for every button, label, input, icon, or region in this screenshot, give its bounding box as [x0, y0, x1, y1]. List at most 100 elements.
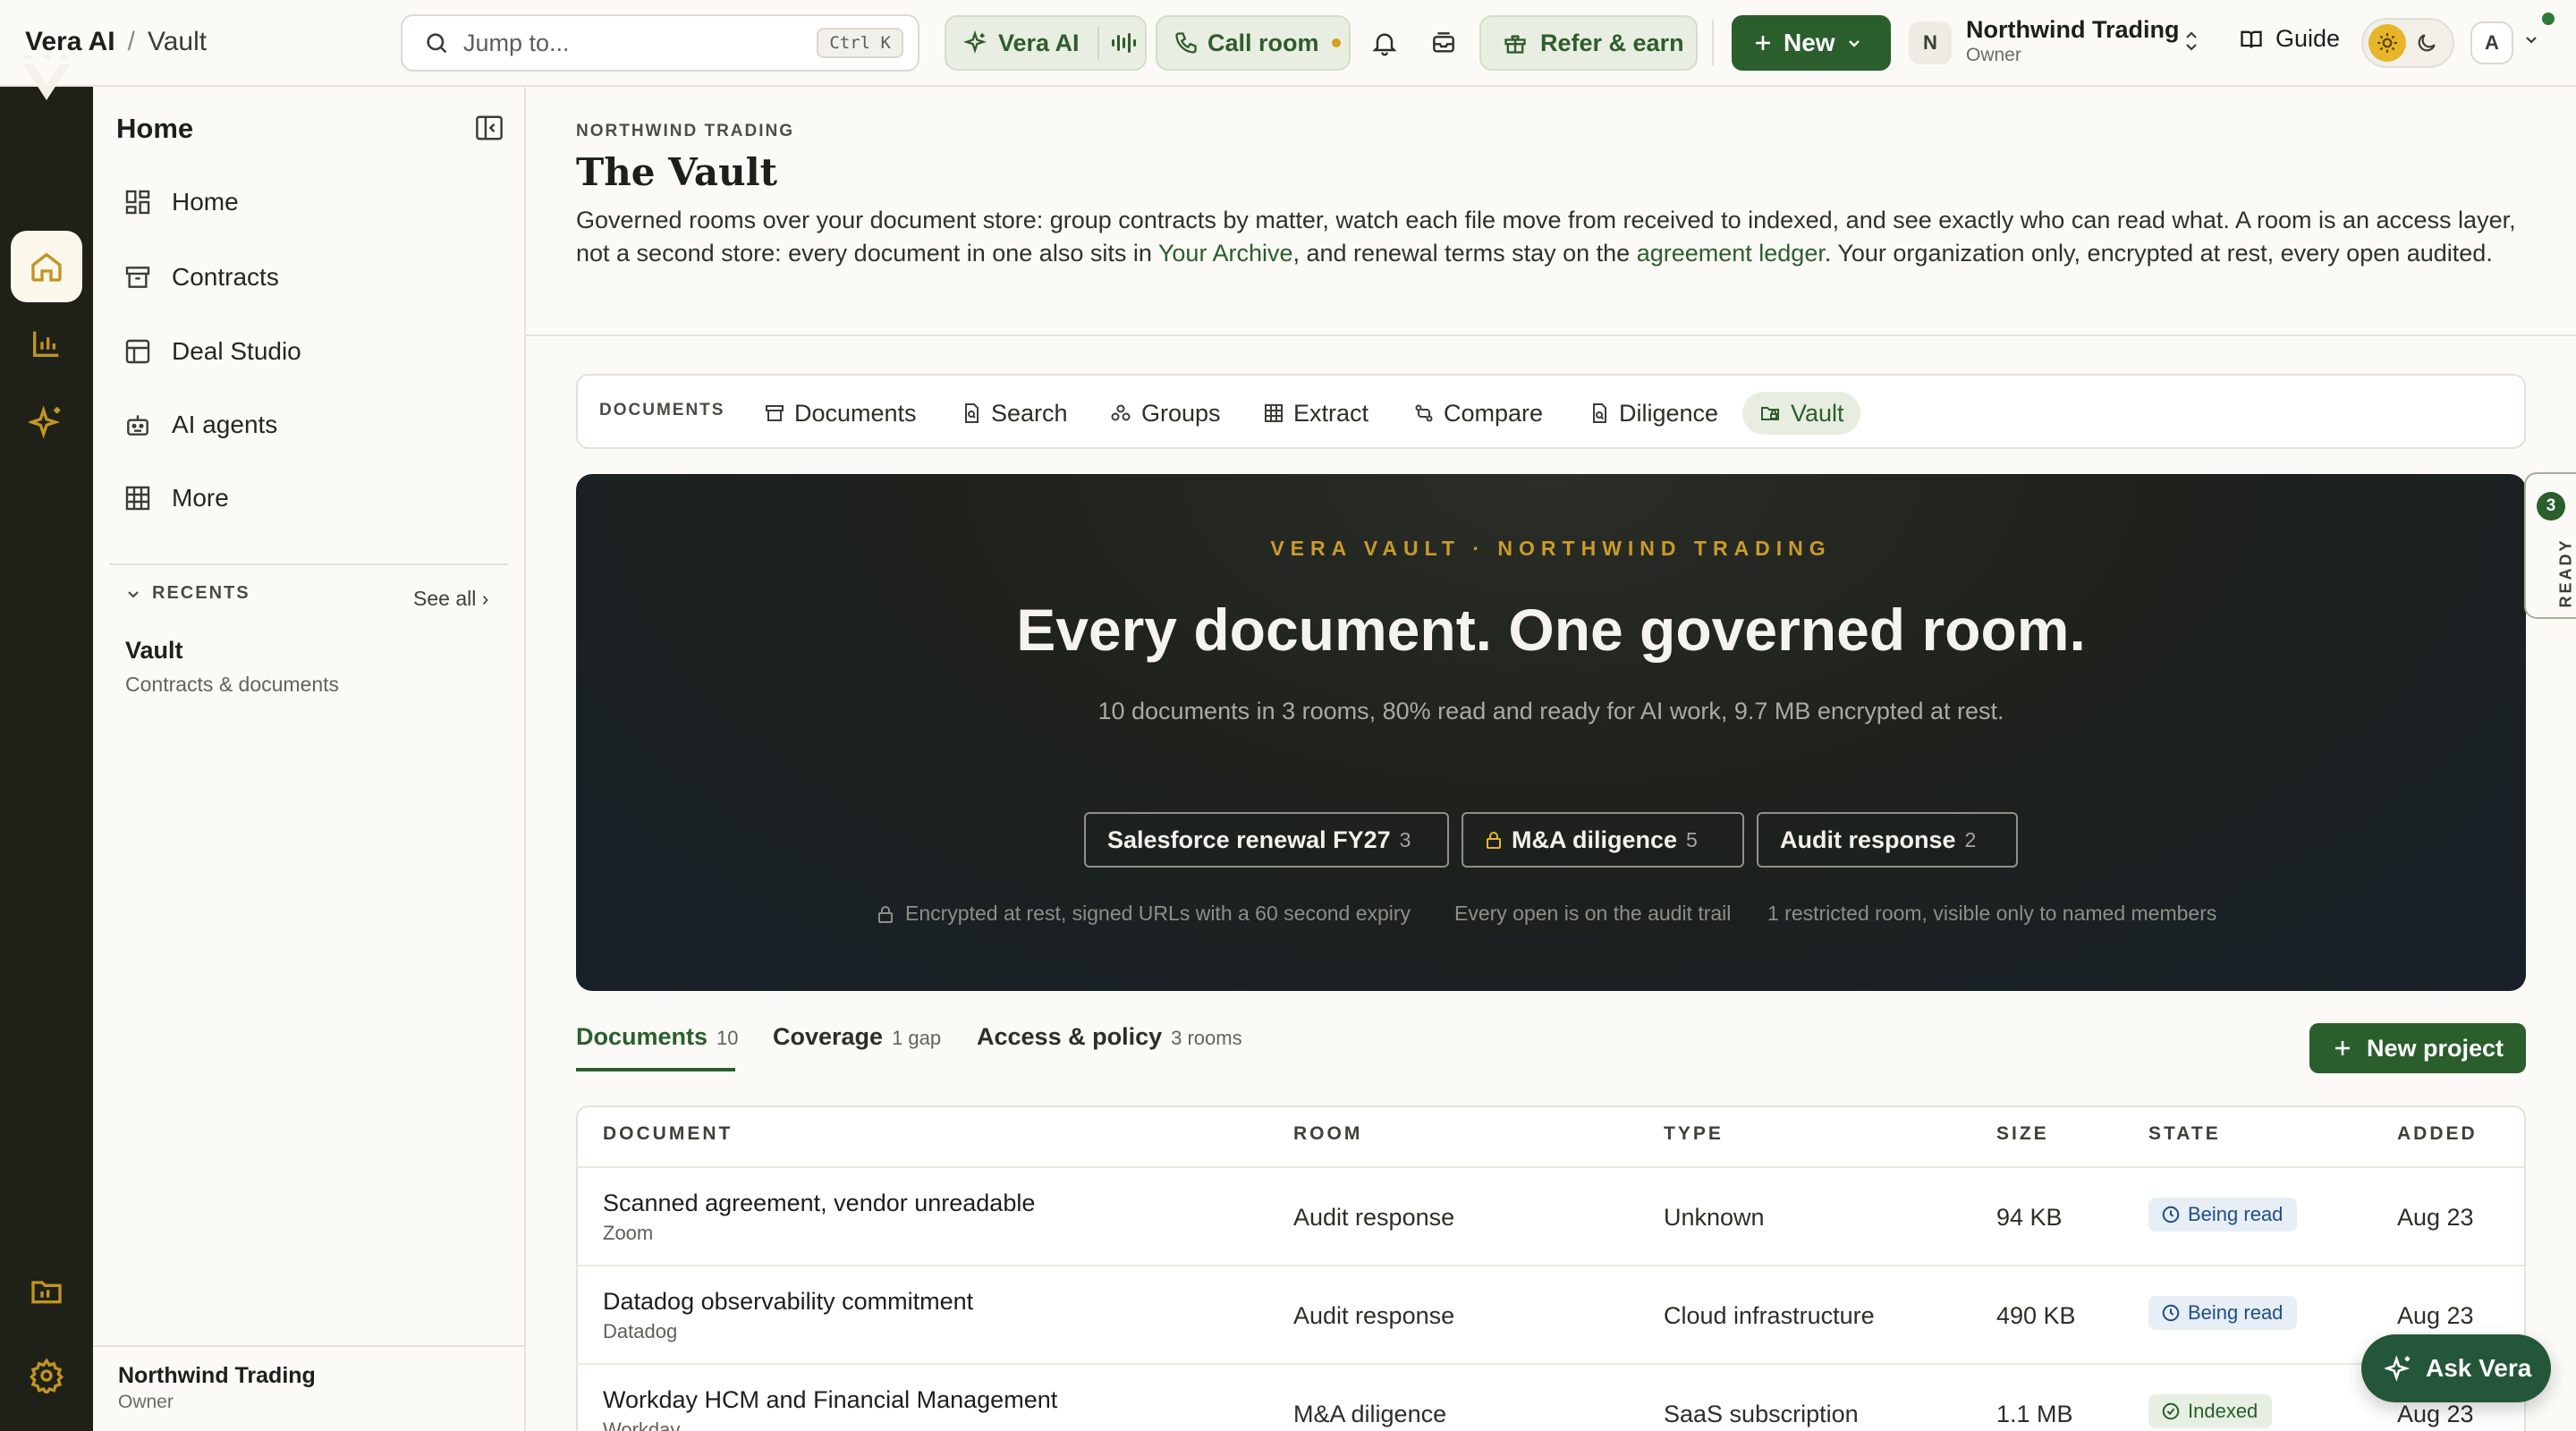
room-name: Salesforce renewal FY27 [1107, 826, 1391, 853]
breadcrumb-current: Vault [147, 27, 208, 56]
room-ma-diligence[interactable]: M&A diligence 5 [1462, 812, 1744, 868]
notifications-bell-icon[interactable] [1363, 21, 1406, 64]
section-tab-access-policy[interactable]: Access & policy 3 rooms [977, 1023, 1242, 1051]
tab-diligence[interactable]: Diligence [1572, 392, 1734, 435]
hero-eyebrow: VERA VAULT · NORTHWIND TRADING [1270, 537, 1832, 560]
row-1-room: Audit response [1293, 1204, 1455, 1231]
tab-search[interactable]: Search [945, 392, 1084, 435]
room-audit-response[interactable]: Audit response 2 [1757, 812, 2018, 868]
org-avatar[interactable]: N [1909, 21, 1952, 64]
sidebar-collapse-icon[interactable] [474, 114, 504, 141]
agreement-ledger-link[interactable]: agreement ledger [1637, 240, 1825, 267]
row-2-added: Aug 23 [2397, 1302, 2474, 1329]
sidebar-item-home[interactable]: Home [123, 178, 239, 226]
state-label: Indexed [2188, 1400, 2258, 1422]
org-switcher-name[interactable]: Northwind Trading [1966, 16, 2179, 44]
plus-icon [1753, 33, 1773, 53]
tab-label: Search [991, 399, 1068, 427]
theme-toggle[interactable] [2361, 18, 2454, 68]
column-header-document[interactable]: DOCUMENT [603, 1123, 733, 1145]
rail-vault-folder-icon[interactable] [11, 1256, 82, 1327]
rail-analytics-icon[interactable] [11, 308, 82, 379]
guide-button[interactable]: Guide [2238, 25, 2340, 53]
section-tab-label: Documents [576, 1023, 708, 1050]
tab-compare[interactable]: Compare [1397, 392, 1559, 435]
room-salesforce-renewal[interactable]: Salesforce renewal FY27 3 [1084, 812, 1449, 868]
row-3-type: SaaS subscription [1664, 1401, 1859, 1427]
section-tab-label: Access & policy [977, 1023, 1163, 1050]
your-archive-link[interactable]: Your Archive [1158, 240, 1293, 267]
topbar-divider [1712, 20, 1714, 66]
compare-arrows-icon [1413, 402, 1435, 424]
tab-vault[interactable]: Vault [1742, 392, 1860, 435]
grid-icon [123, 188, 152, 216]
row-3-document-name[interactable]: Workday HCM and Financial Management [603, 1386, 1057, 1414]
page-intro: Governed rooms over your document store:… [576, 204, 2544, 270]
user-menu-chevron-icon[interactable] [2522, 30, 2540, 48]
rail-settings-gear-icon[interactable] [11, 1340, 82, 1411]
sidebar-item-ai-agents[interactable]: AI agents [123, 401, 277, 449]
rail-home-icon[interactable] [11, 231, 82, 302]
robot-icon [123, 411, 152, 439]
hero-subtitle: 10 documents in 3 rooms, 80% read and re… [1097, 698, 2004, 724]
inbox-icon[interactable] [1422, 21, 1465, 64]
sidebar-item-deal-studio[interactable]: Deal Studio [123, 327, 301, 376]
chevron-down-icon [1846, 35, 1862, 51]
ready-count-badge: 3 [2537, 492, 2565, 521]
section-tab-count: 10 [716, 1027, 739, 1049]
intro-text-3: . Your organization only, encrypted at r… [1824, 240, 2493, 267]
column-header-state[interactable]: STATE [2148, 1123, 2221, 1145]
sidebar-title: Home [116, 113, 194, 144]
ask-vera-label: Ask Vera [2426, 1354, 2532, 1382]
search-placeholder: Jump to... [463, 29, 570, 56]
guide-label: Guide [2275, 25, 2341, 52]
refer-earn-button[interactable]: Refer & earn [1479, 15, 1698, 71]
section-tab-documents[interactable]: Documents 10 [576, 1023, 739, 1051]
hero-fact-text: Every open is on the audit trail [1454, 902, 1732, 925]
new-project-button[interactable]: New project [2309, 1023, 2526, 1073]
row-2-type: Cloud infrastructure [1664, 1302, 1875, 1329]
chevron-up-down-icon[interactable] [2182, 29, 2200, 54]
voice-wave-icon[interactable] [1110, 30, 1137, 55]
hero-fact-encryption: Encrypted at rest, signed URLs with a 60… [877, 902, 1411, 926]
user-avatar[interactable]: A [2470, 21, 2513, 64]
table-grid-icon [123, 484, 152, 512]
call-room-button[interactable]: Call room [1156, 15, 1351, 71]
tab-extract[interactable]: Extract [1247, 392, 1385, 435]
tab-documents[interactable]: Documents [748, 392, 933, 435]
tab-label: Documents [794, 399, 917, 427]
chevron-down-icon [125, 586, 141, 602]
see-all-link[interactable]: See all › [413, 587, 488, 611]
sidebar-footer-divider [93, 1345, 526, 1347]
new-label: New [1784, 29, 1835, 56]
vera-ai-button[interactable]: Vera AI [945, 15, 1147, 71]
row-2-document-name[interactable]: Datadog observability commitment [603, 1288, 973, 1316]
layout-icon [123, 337, 152, 366]
section-tab-label: Coverage [773, 1023, 884, 1050]
vera-logo-icon[interactable] [20, 52, 73, 106]
sidebar-item-more[interactable]: More [123, 474, 229, 522]
tab-label: Diligence [1619, 399, 1719, 427]
tab-groups[interactable]: Groups [1093, 392, 1237, 435]
column-header-room[interactable]: ROOM [1293, 1123, 1362, 1145]
sun-icon[interactable] [2368, 24, 2406, 62]
ask-vera-button[interactable]: Ask Vera [2361, 1334, 2551, 1402]
new-button[interactable]: New [1732, 15, 1891, 71]
recent-item-title[interactable]: Vault [125, 637, 183, 665]
column-header-size[interactable]: SIZE [1996, 1123, 2049, 1145]
row-1-document-name[interactable]: Scanned agreement, vendor unreadable [603, 1190, 1035, 1217]
moon-icon[interactable] [2415, 31, 2438, 55]
row-3-added: Aug 23 [2397, 1401, 2474, 1427]
tab-label: Vault [1791, 399, 1844, 427]
section-tab-coverage[interactable]: Coverage 1 gap [773, 1023, 941, 1051]
column-header-added[interactable]: ADDED [2397, 1123, 2478, 1145]
column-header-type[interactable]: TYPE [1664, 1123, 1724, 1145]
rail-sparkle-icon[interactable] [11, 386, 82, 458]
recents-toggle[interactable]: RECENTS [125, 583, 250, 604]
sidebar-item-contracts[interactable]: Contracts [123, 253, 279, 301]
search-input[interactable]: Jump to... Ctrl K [401, 14, 919, 72]
sidebar-divider [109, 563, 508, 565]
file-search-icon [961, 402, 982, 424]
search-shortcut: Ctrl K [817, 28, 903, 58]
sidebar-footer-org[interactable]: Northwind Trading [118, 1363, 316, 1389]
